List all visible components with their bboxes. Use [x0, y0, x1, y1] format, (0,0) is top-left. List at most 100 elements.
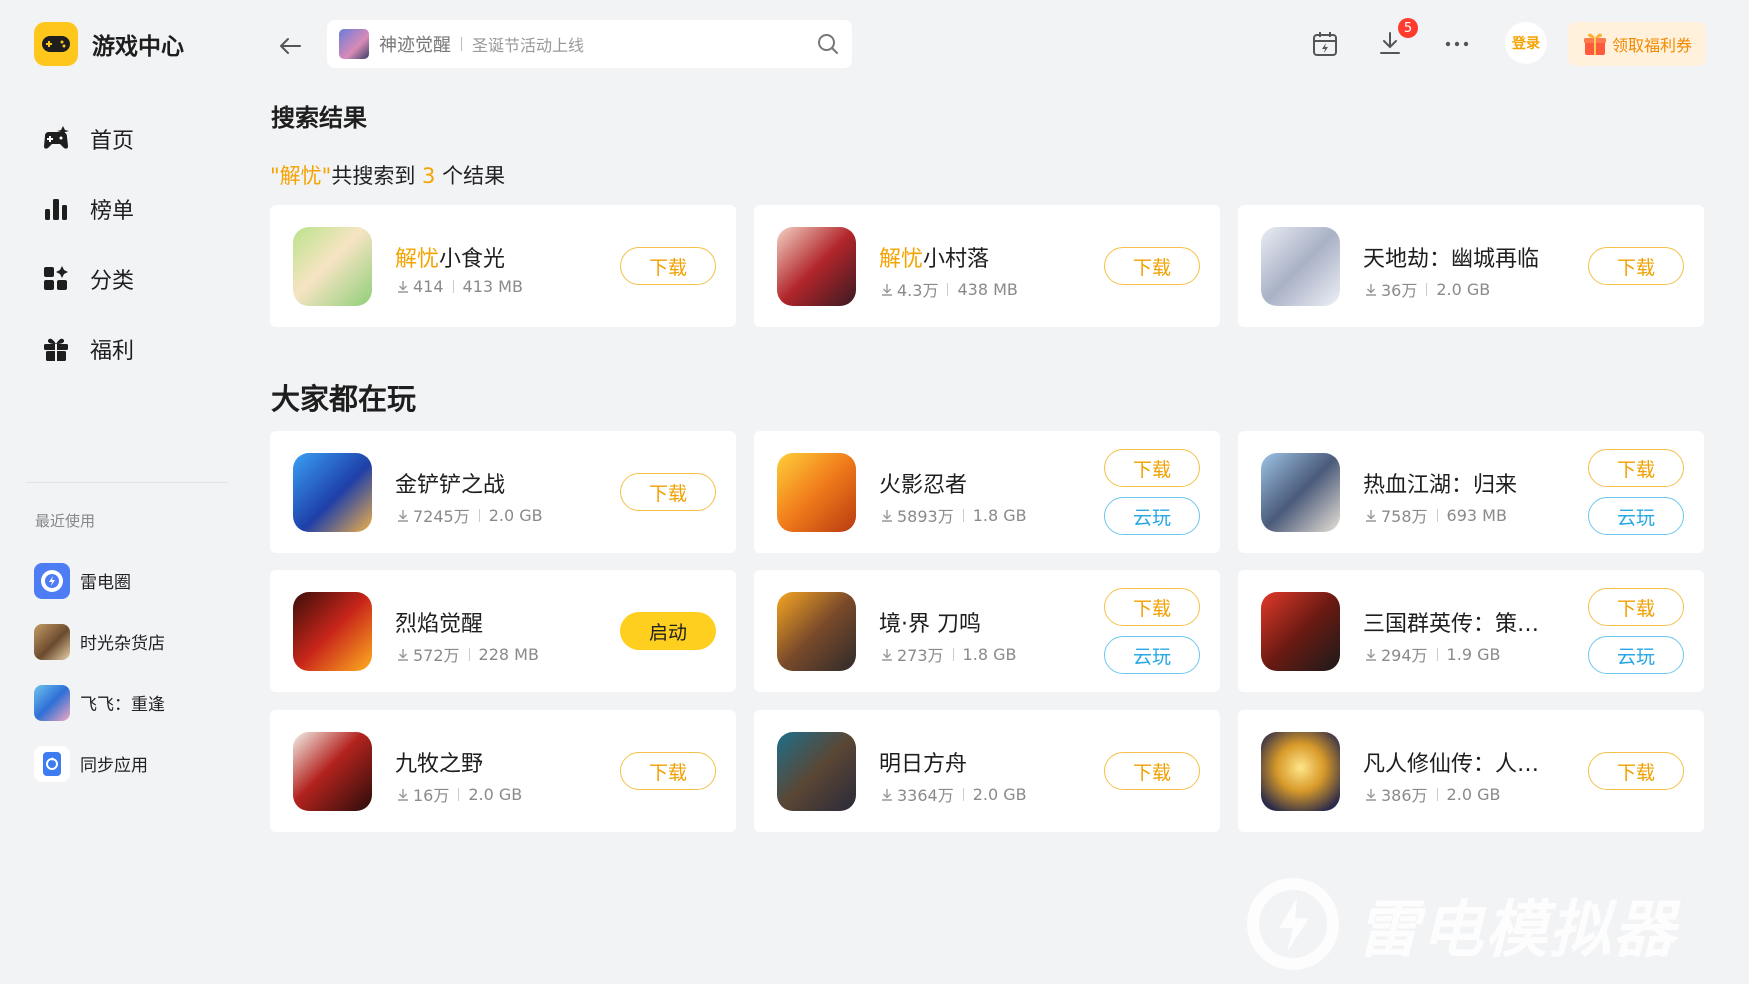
- download-button[interactable]: 下载: [620, 247, 716, 285]
- download-count-icon: [1366, 788, 1376, 801]
- sync-app-icon: [34, 745, 70, 782]
- search-result-card[interactable]: 天地劫：幽城再临 36万 2.0 GB 下载: [1238, 205, 1704, 327]
- download-button[interactable]: 下载: [1104, 752, 1200, 790]
- gift-box-icon: [1583, 33, 1606, 55]
- download-button[interactable]: 下载: [1588, 588, 1684, 626]
- cloud-play-button[interactable]: 云玩: [1104, 497, 1200, 535]
- login-button[interactable]: 登录: [1505, 22, 1547, 64]
- search-result-card[interactable]: 解忧小村落 4.3万 438 MB 下载: [754, 205, 1220, 327]
- game-meta: 16万 2.0 GB: [397, 782, 522, 806]
- game-icon: [1261, 227, 1340, 306]
- file-size: 228 MB: [478, 644, 539, 664]
- game-card[interactable]: 三国群英传：策定... 294万 1.9 GB 下载 云玩: [1238, 570, 1704, 692]
- search-suggested-game: 神迹觉醒: [379, 35, 451, 56]
- app-title: 游戏中心: [92, 34, 184, 60]
- game-card[interactable]: 热血江湖：归来 758万 693 MB 下载 云玩: [1238, 431, 1704, 553]
- game-icon: [1261, 453, 1340, 532]
- game-name: 三国群英传：策定...: [1363, 612, 1558, 637]
- recent-item[interactable]: 雷电圈: [34, 550, 165, 611]
- game-card[interactable]: 明日方舟 3364万 2.0 GB 下载: [754, 710, 1220, 832]
- search-game-thumbnail: [339, 29, 369, 59]
- watermark-text: 雷电模拟器: [1357, 893, 1678, 966]
- sidebar-divider: [26, 482, 228, 483]
- game-name: 境·界 刀鸣: [879, 612, 981, 637]
- game-name: 火影忍者: [879, 473, 968, 498]
- game-name: 九牧之野: [395, 752, 484, 777]
- download-button[interactable]: 下载: [1588, 247, 1684, 285]
- recent-item[interactable]: 时光杂货店: [34, 611, 165, 672]
- download-button[interactable]: 下载: [1588, 449, 1684, 487]
- cloud-play-button[interactable]: 云玩: [1588, 636, 1684, 674]
- recent-item-label: 雷电圈: [80, 573, 131, 593]
- app-logo[interactable]: 游戏中心: [34, 22, 184, 66]
- download-count-icon: [882, 648, 892, 661]
- sidebar-item-home[interactable]: 首页: [40, 104, 134, 174]
- download-count-icon: [1366, 648, 1376, 661]
- recent-title: 最近使用: [35, 512, 96, 530]
- download-count-icon: [1366, 283, 1376, 296]
- quote-mark: ": [321, 164, 332, 188]
- sidebar-item-ranking[interactable]: 榜单: [40, 174, 134, 244]
- coupon-button[interactable]: 领取福利券: [1568, 22, 1706, 66]
- game-card[interactable]: 火影忍者 5893万 1.8 GB 下载 云玩: [754, 431, 1220, 553]
- download-button[interactable]: 下载: [1104, 449, 1200, 487]
- game-icon: [777, 732, 856, 811]
- quote-mark: ": [270, 164, 280, 188]
- download-button[interactable]: 下载: [1104, 247, 1200, 285]
- file-size: 1.8 GB: [962, 644, 1017, 664]
- game-meta: 758万 693 MB: [1365, 503, 1507, 527]
- search-result-card[interactable]: 解忧小食光 414 413 MB 下载: [270, 205, 736, 327]
- calendar-icon[interactable]: [1307, 26, 1343, 62]
- game-name: 解忧小村落: [879, 247, 990, 272]
- download-count-icon: [882, 509, 892, 522]
- game-card[interactable]: 烈焰觉醒 572万 228 MB 启动: [270, 570, 736, 692]
- recent-item-label: 时光杂货店: [80, 634, 165, 654]
- download-count: 414: [413, 277, 444, 296]
- download-count: 5893万: [897, 507, 954, 526]
- download-button[interactable]: 下载: [1104, 588, 1200, 626]
- game-card[interactable]: 金铲铲之战 7245万 2.0 GB 下载: [270, 431, 736, 553]
- sidebar-item-welfare[interactable]: 福利: [40, 314, 134, 384]
- download-count-icon: [398, 281, 408, 293]
- search-icon[interactable]: [816, 32, 840, 56]
- file-size: 2.0 GB: [1446, 784, 1501, 804]
- download-count: 273万: [897, 646, 944, 665]
- sidebar-item-label: 分类: [90, 269, 135, 294]
- category-icon: [40, 263, 72, 295]
- sidebar-item-label: 福利: [90, 339, 135, 364]
- download-count: 36万: [1381, 281, 1418, 300]
- download-count: 294万: [1381, 646, 1428, 665]
- game-icon: [777, 453, 856, 532]
- search-keyword: 解忧: [279, 164, 322, 188]
- launch-button[interactable]: 启动: [620, 612, 716, 650]
- download-button[interactable]: 下载: [620, 752, 716, 790]
- recent-item[interactable]: 同步应用: [34, 733, 165, 794]
- cloud-play-button[interactable]: 云玩: [1104, 636, 1200, 674]
- recent-item[interactable]: 飞飞：重逢: [34, 672, 165, 733]
- download-count-icon: [398, 648, 408, 661]
- sidebar-item-category[interactable]: 分类: [40, 244, 134, 314]
- back-button[interactable]: [272, 28, 308, 64]
- game-name: 天地劫：幽城再临: [1363, 247, 1540, 272]
- gamepad-icon: [40, 123, 72, 155]
- result-count: 3: [422, 164, 436, 188]
- app-thumbnail: [34, 623, 70, 660]
- search-results-title: 搜索结果: [271, 104, 367, 132]
- download-icon[interactable]: 5: [1372, 18, 1418, 62]
- game-icon: [293, 453, 372, 532]
- game-card[interactable]: 境·界 刀鸣 273万 1.8 GB 下载 云玩: [754, 570, 1220, 692]
- download-button[interactable]: 下载: [1588, 752, 1684, 790]
- game-card[interactable]: 凡人修仙传：人界篇 386万 2.0 GB 下载: [1238, 710, 1704, 832]
- more-icon[interactable]: [1439, 26, 1475, 62]
- search-input[interactable]: 神迹觉醒 圣诞节活动上线: [327, 20, 852, 68]
- cloud-play-button[interactable]: 云玩: [1588, 497, 1684, 535]
- game-meta: 294万 1.9 GB: [1365, 642, 1500, 666]
- game-icon: [293, 592, 372, 671]
- game-meta: 572万 228 MB: [397, 642, 539, 666]
- download-button[interactable]: 下载: [620, 473, 716, 511]
- game-card[interactable]: 九牧之野 16万 2.0 GB 下载: [270, 710, 736, 832]
- file-size: 413 MB: [462, 277, 523, 296]
- game-meta: 273万 1.8 GB: [881, 642, 1016, 666]
- sidebar-nav: 首页 榜单 分类 福利: [40, 104, 134, 384]
- leidian-logo-icon: [1247, 878, 1339, 970]
